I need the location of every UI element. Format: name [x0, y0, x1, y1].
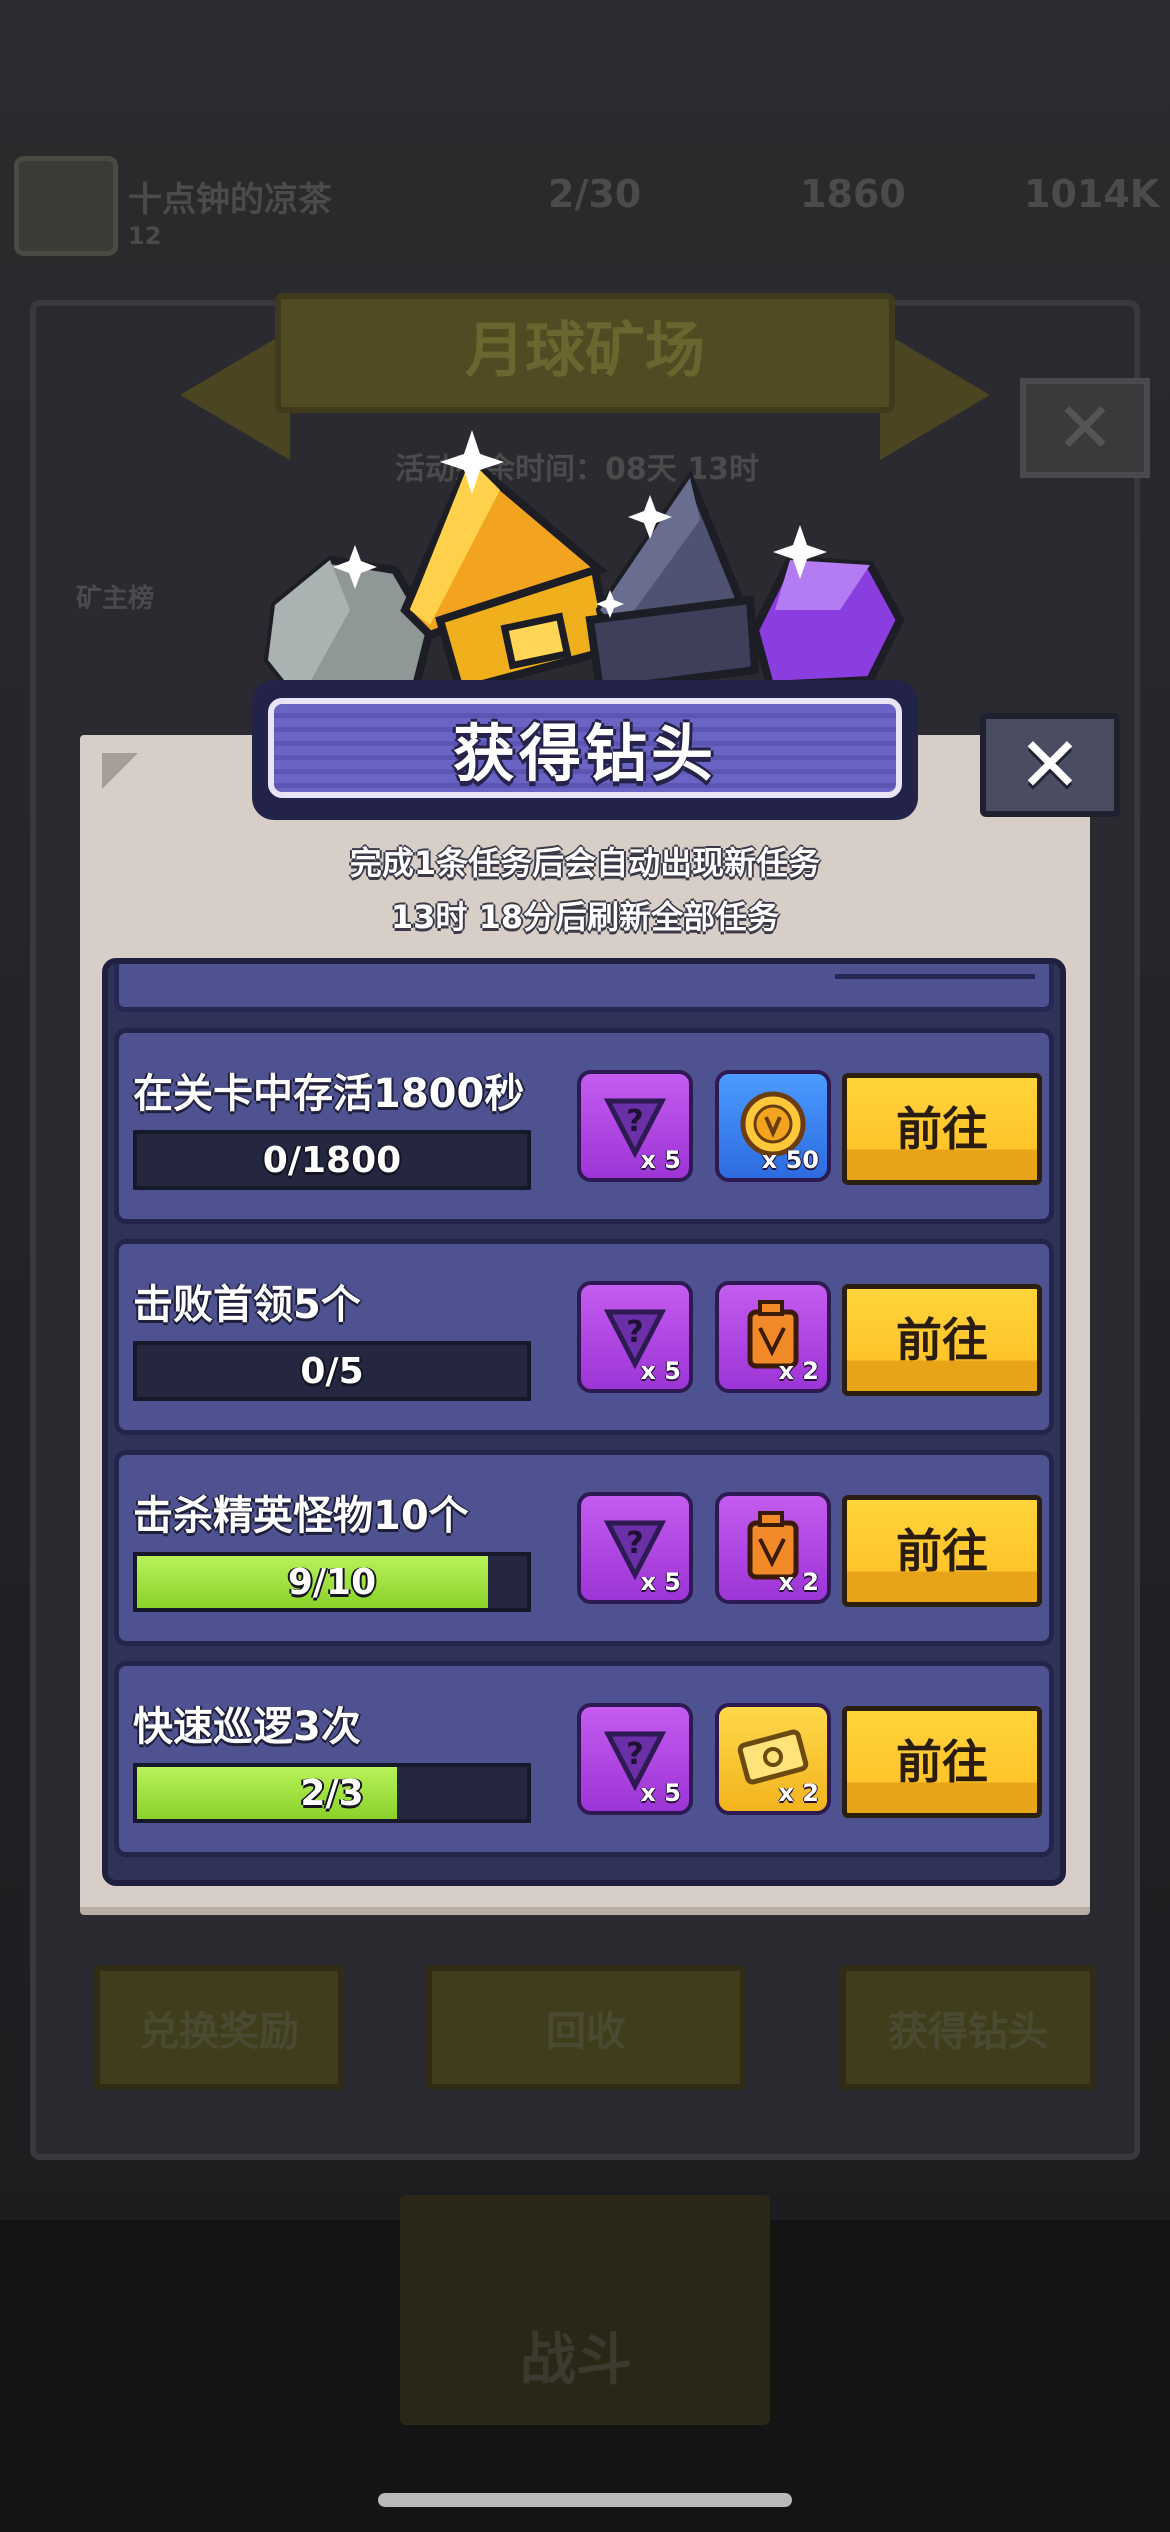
go-button[interactable]: 前往 — [842, 1284, 1042, 1396]
task-card: 击败首领5个 0/5? x 5 x 2 前往 — [114, 1239, 1054, 1435]
home-indicator[interactable] — [378, 2493, 792, 2507]
go-button-label: 前往 — [896, 1524, 988, 1578]
exchange-reward-button: 兑换奖励 — [94, 1965, 344, 2090]
background-close-icon: ✕ — [1020, 378, 1150, 478]
task-progress-text: 2/3 — [300, 1772, 364, 1814]
reward-item[interactable]: x 2 — [715, 1281, 831, 1393]
go-button-label: 前往 — [896, 1102, 988, 1156]
banner-title: 月球矿场 — [465, 316, 705, 386]
reward-item[interactable]: x 2 — [715, 1492, 831, 1604]
task-progress-bar: 2/3 — [133, 1763, 531, 1823]
modal-title-plate: 获得钻头 — [252, 680, 918, 820]
stat-coins: 1014K — [1024, 172, 1160, 216]
reward-quantity: x 5 — [640, 1146, 681, 1174]
task-progress-bar: 9/10 — [133, 1552, 531, 1612]
recycle-button: 回收 — [426, 1965, 746, 2090]
info-refresh-timer: 13时 18分后刷新全部任务 — [390, 898, 780, 936]
go-button-label: 前往 — [896, 1313, 988, 1367]
reward-quantity: x 5 — [640, 1568, 681, 1596]
reward-item[interactable]: ? x 5 — [577, 1492, 693, 1604]
reward-quantity: x 2 — [778, 1357, 819, 1385]
modal-title: 获得钻头 — [452, 717, 717, 790]
svg-text:?: ? — [626, 1737, 643, 1772]
reward-quantity: x 2 — [778, 1779, 819, 1807]
reward-quantity: x 5 — [640, 1357, 681, 1385]
mine-banner: 月球矿场 — [275, 293, 895, 413]
task-title: 击杀精英怪物10个 — [133, 1493, 469, 1539]
corner-decoration — [102, 753, 138, 789]
title-banner: 获得钻头 — [268, 698, 902, 798]
reward-item[interactable]: x 2 — [715, 1703, 831, 1815]
task-progress-text: 0/1800 — [262, 1139, 402, 1181]
task-progress-bar: 0/1800 — [133, 1130, 531, 1190]
reward-quantity: x 5 — [640, 1779, 681, 1807]
task-title: 在关卡中存活1800秒 — [133, 1071, 525, 1117]
svg-text:?: ? — [626, 1104, 643, 1139]
close-button[interactable]: ✕ — [980, 713, 1120, 817]
player-level: 12 — [128, 222, 162, 250]
go-button[interactable]: 前往 — [842, 1706, 1042, 1818]
close-icon: ✕ — [1018, 720, 1082, 809]
next-arrow — [880, 330, 990, 460]
event-timer: 活动剩余时间：08天 13时 — [395, 452, 759, 487]
task-card: 在关卡中存活1800秒 0/1800? x 5 x 50 前往 — [114, 1028, 1054, 1224]
reward-item[interactable]: ? x 5 — [577, 1070, 693, 1182]
stat-energy: 2/30 — [548, 172, 642, 216]
nav-battle: 战斗 — [400, 2195, 770, 2425]
task-list[interactable]: 在关卡中存活1800秒 0/1800? x 5x 50 前往 击败首领5个 0/5? x 5… — [102, 958, 1066, 1886]
go-button-label: 前往 — [896, 1735, 988, 1789]
task-list-previous-item — [114, 964, 1054, 1012]
get-drill-button-bg: 获得钻头 — [840, 1965, 1096, 2090]
leaderboard-label: 矿主榜 — [76, 584, 155, 614]
task-progress-bar: 0/5 — [133, 1341, 531, 1401]
svg-text:?: ? — [626, 1315, 643, 1350]
task-progress-text: 9/10 — [287, 1561, 377, 1603]
prev-arrow — [180, 330, 290, 460]
task-title: 击败首领5个 — [133, 1282, 361, 1328]
reward-item[interactable]: ? x 5 — [577, 1703, 693, 1815]
reward-quantity: x 2 — [778, 1568, 819, 1596]
reward-quantity: x 50 — [761, 1146, 819, 1174]
stat-gems: 1860 — [800, 172, 906, 216]
task-card: 快速巡逻3次 2/3? x 5 x 2 前往 — [114, 1661, 1054, 1857]
reward-item[interactable]: ? x 5 — [577, 1281, 693, 1393]
go-button[interactable]: 前往 — [842, 1495, 1042, 1607]
go-button[interactable]: 前往 — [842, 1073, 1042, 1185]
player-avatar — [14, 156, 118, 256]
task-title: 快速巡逻3次 — [133, 1704, 361, 1750]
svg-text:?: ? — [626, 1526, 643, 1561]
task-card: 击杀精英怪物10个 9/10? x 5 x 2 前往 — [114, 1450, 1054, 1646]
info-auto-refresh: 完成1条任务后会自动出现新任务 — [349, 844, 821, 882]
player-name: 十点钟的凉茶 — [128, 180, 332, 220]
reward-item[interactable]: x 50 — [715, 1070, 831, 1182]
task-progress-text: 0/5 — [300, 1350, 364, 1392]
